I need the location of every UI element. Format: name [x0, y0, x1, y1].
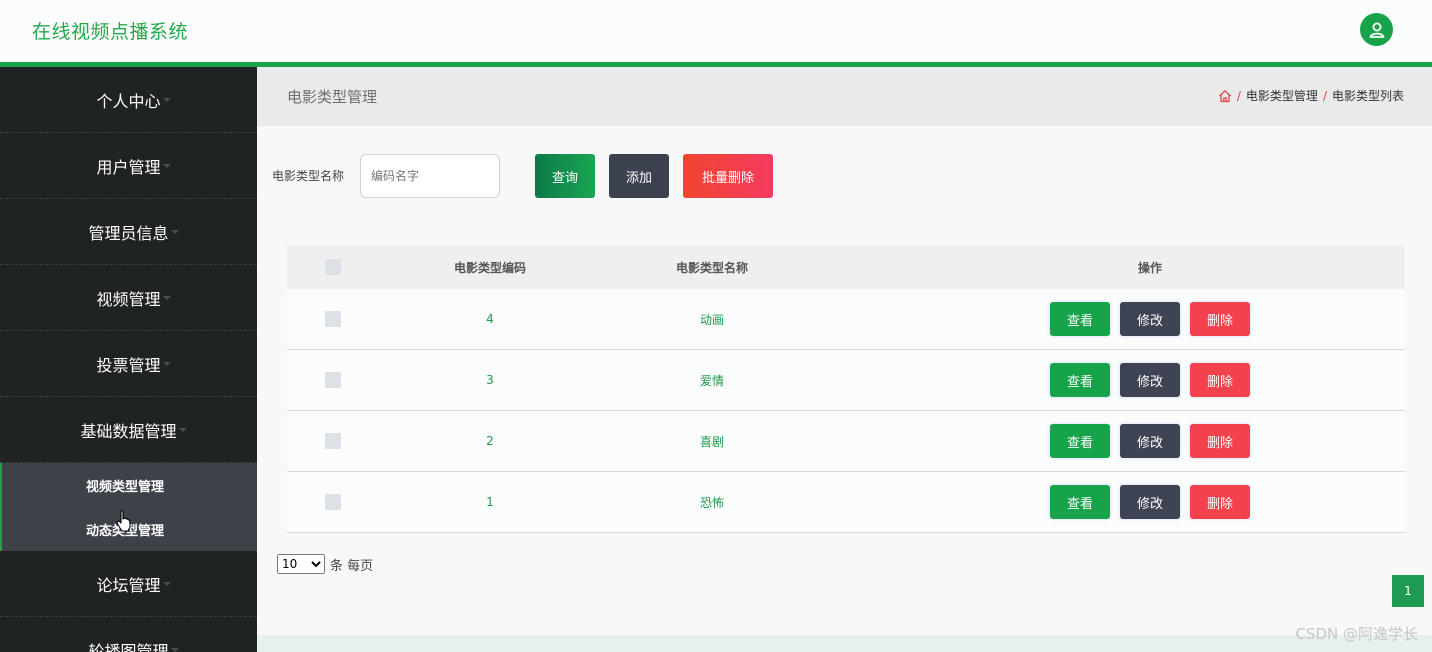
sidebar-item-label: 用户管理 [96, 157, 161, 177]
cell-name: 喜剧 [699, 434, 724, 449]
page-title: 电影类型管理 [287, 88, 378, 106]
cell-code: 1 [486, 495, 494, 509]
edit-button[interactable]: 修改 [1120, 424, 1180, 458]
chevron-down-icon [162, 295, 171, 300]
sidebar-item-label: 投票管理 [96, 355, 161, 375]
select-all-checkbox[interactable] [325, 259, 341, 275]
search-input[interactable] [360, 154, 500, 198]
sidebar: 个人中心 用户管理 管理员信息 视频管理 投票管理 基础数据管理 视频类型管理 … [0, 67, 257, 652]
cell-name: 爱情 [699, 373, 724, 388]
sidebar-item-basic-data[interactable]: 基础数据管理 [0, 397, 257, 463]
header-name: 电影类型名称 [675, 260, 748, 275]
home-icon[interactable] [1218, 89, 1232, 103]
mouse-pointer-icon [116, 510, 131, 532]
chevron-down-icon [162, 163, 171, 168]
edit-button[interactable]: 修改 [1120, 363, 1180, 397]
table-row: 4 动画 查看 修改 删除 [287, 289, 1405, 350]
breadcrumb-item-type-management[interactable]: 电影类型管理 [1246, 87, 1318, 104]
search-label: 电影类型名称 [272, 169, 345, 183]
view-button[interactable]: 查看 [1050, 485, 1110, 519]
sidebar-item-label: 管理员信息 [88, 223, 169, 243]
table-header: 电影类型编码 电影类型名称 操作 [287, 245, 1405, 289]
sidebar-item-admin-info[interactable]: 管理员信息 [0, 199, 257, 265]
delete-button[interactable]: 删除 [1190, 363, 1250, 397]
breadcrumb-separator: / [1322, 88, 1327, 103]
row-checkbox[interactable] [325, 494, 341, 510]
chevron-down-icon [170, 229, 179, 234]
footer-strip [257, 635, 1432, 652]
sidebar-item-vote-management[interactable]: 投票管理 [0, 331, 257, 397]
row-checkbox[interactable] [325, 311, 341, 327]
pagination-size: 10 条 每页 [277, 554, 373, 574]
view-button[interactable]: 查看 [1050, 363, 1110, 397]
sidebar-item-label: 视频管理 [96, 289, 161, 309]
user-icon [1369, 22, 1384, 38]
chevron-down-icon [162, 97, 171, 102]
breadcrumb-separator: / [1236, 88, 1241, 103]
delete-button[interactable]: 删除 [1190, 485, 1250, 519]
sidebar-item-carousel-management[interactable]: 轮播图管理 [0, 617, 257, 652]
cell-name: 动画 [699, 312, 724, 327]
row-checkbox[interactable] [325, 372, 341, 388]
delete-button[interactable]: 删除 [1190, 302, 1250, 336]
add-button[interactable]: 添加 [609, 154, 669, 198]
sidebar-item-user-management[interactable]: 用户管理 [0, 133, 257, 199]
edit-button[interactable]: 修改 [1120, 302, 1180, 336]
view-button[interactable]: 查看 [1050, 302, 1110, 336]
page-size-select[interactable]: 10 [277, 554, 325, 574]
cell-code: 3 [486, 373, 494, 387]
chevron-down-icon [178, 427, 187, 432]
watermark: CSDN @阿逸学长 [1295, 625, 1418, 643]
sidebar-item-label: 个人中心 [96, 91, 161, 111]
sidebar-item-label: 基础数据管理 [80, 421, 177, 441]
user-avatar-button[interactable] [1360, 13, 1393, 46]
row-checkbox[interactable] [325, 433, 341, 449]
sidebar-submenu: 视频类型管理 动态类型管理 [0, 463, 257, 551]
table-row: 2 喜剧 查看 修改 删除 [287, 411, 1405, 472]
sidebar-item-personal-center[interactable]: 个人中心 [0, 67, 257, 133]
sidebar-item-forum-management[interactable]: 论坛管理 [0, 551, 257, 617]
cell-code: 2 [486, 434, 494, 448]
main-content: 电影类型管理 / 电影类型管理 / 电影类型列表 电影类型名称 查询 添加 批量… [257, 67, 1432, 652]
header-code: 电影类型编码 [453, 260, 526, 275]
delete-button[interactable]: 删除 [1190, 424, 1250, 458]
cell-code: 4 [486, 312, 494, 326]
view-button[interactable]: 查看 [1050, 424, 1110, 458]
breadcrumb-bar: 电影类型管理 / 电影类型管理 / 电影类型列表 [257, 67, 1432, 126]
sidebar-item-video-management[interactable]: 视频管理 [0, 265, 257, 331]
breadcrumb: / 电影类型管理 / 电影类型列表 [1218, 87, 1404, 104]
cell-name: 恐怖 [699, 495, 724, 510]
chevron-down-icon [162, 361, 171, 366]
app-title: 在线视频点播系统 [32, 21, 189, 43]
header-ops: 操作 [1137, 260, 1162, 275]
chevron-down-icon [162, 581, 171, 586]
query-button[interactable]: 查询 [535, 154, 595, 198]
table-row: 1 恐怖 查看 修改 删除 [287, 472, 1405, 533]
movie-type-table: 电影类型编码 电影类型名称 操作 4 动画 查看 修改 删除 3 爱情 查看 修… [287, 245, 1405, 533]
chevron-down-icon [170, 647, 179, 652]
edit-button[interactable]: 修改 [1120, 485, 1180, 519]
sidebar-subitem-video-type[interactable]: 视频类型管理 [0, 463, 257, 507]
sidebar-item-label: 轮播图管理 [88, 641, 169, 652]
top-header: 在线视频点播系统 [0, 0, 1432, 62]
page-number-button[interactable]: 1 [1392, 575, 1424, 607]
sidebar-item-label: 论坛管理 [96, 575, 161, 595]
table-row: 3 爱情 查看 修改 删除 [287, 350, 1405, 411]
batch-delete-button[interactable]: 批量删除 [683, 154, 773, 198]
breadcrumb-item-type-list: 电影类型列表 [1331, 89, 1404, 103]
per-page-text: 条 每页 [330, 558, 374, 574]
